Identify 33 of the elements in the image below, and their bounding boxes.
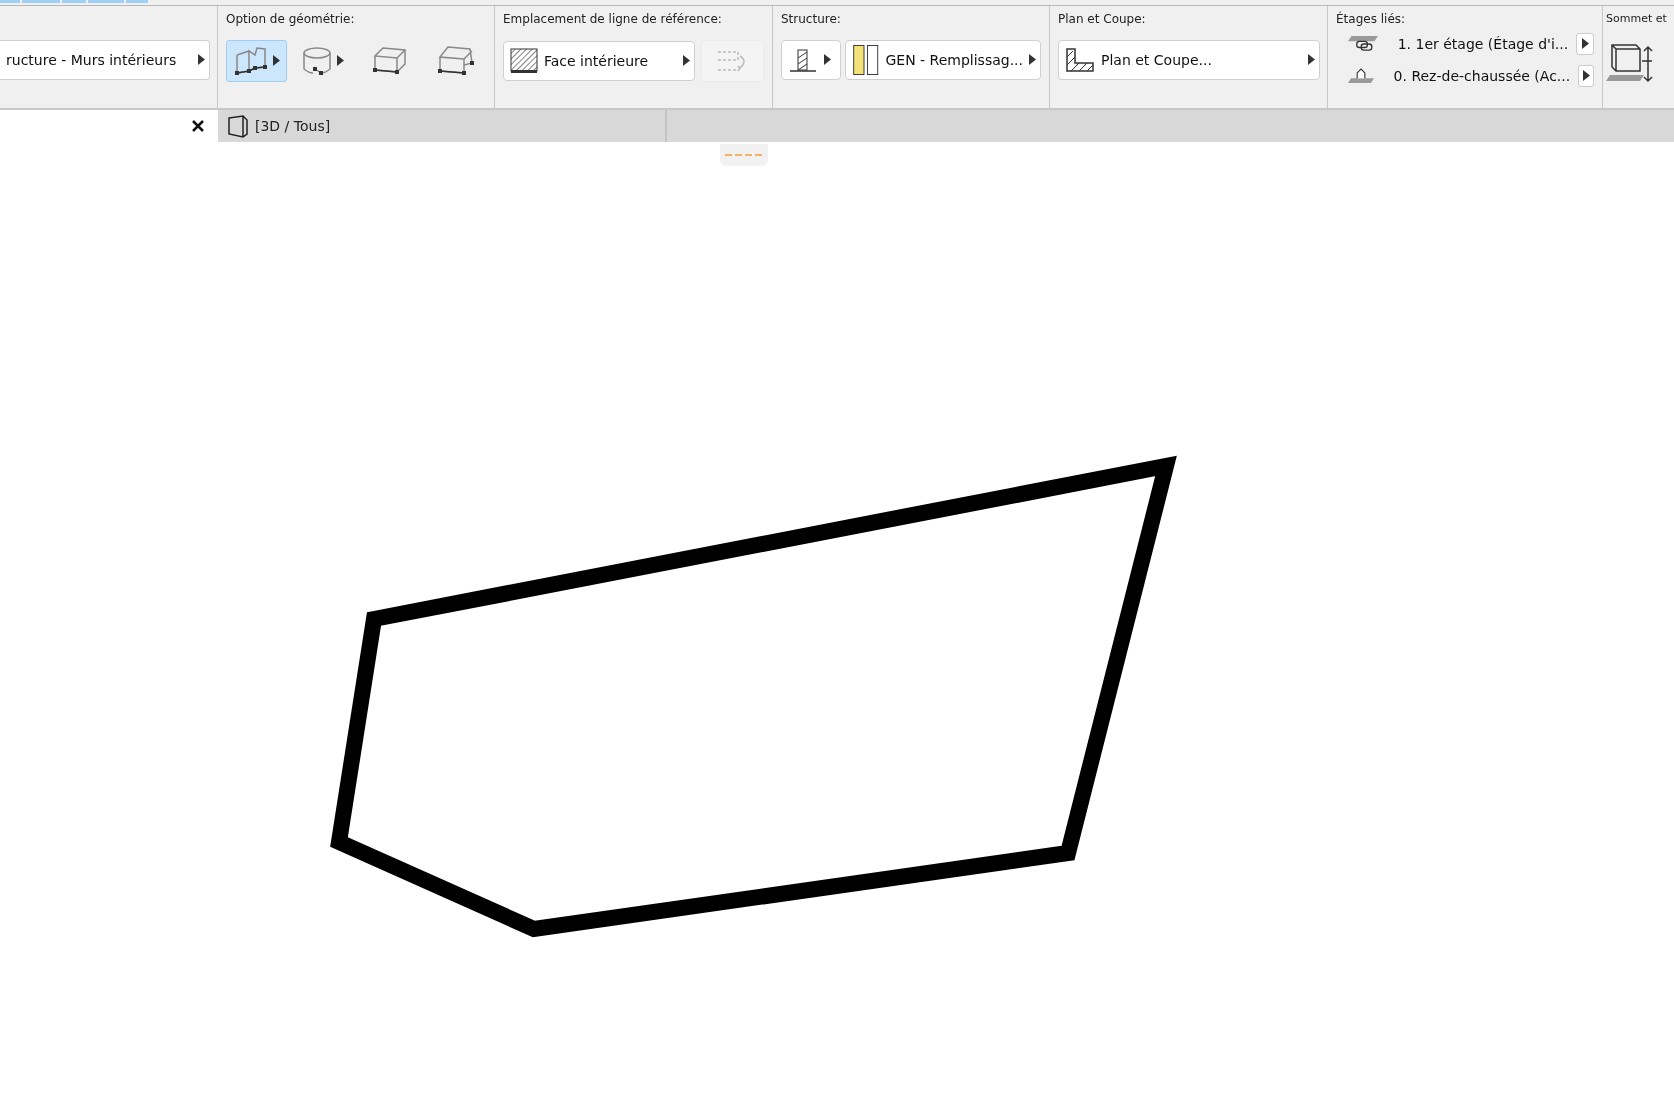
drag-handle[interactable] — [720, 144, 768, 166]
structure-type-dropdown[interactable] — [781, 39, 841, 80]
story-menu-button[interactable] — [1576, 32, 1594, 55]
plan-section-label: Plan et Coupe: — [1058, 11, 1147, 26]
story-name: 1. 1er étage (Étage d'i... — [1397, 35, 1569, 52]
layer-dropdown[interactable]: ructure - Murs intérieurs — [0, 39, 210, 80]
polygon-block-icon — [435, 44, 476, 77]
caret-icon — [1029, 54, 1036, 66]
composite-dropdown[interactable]: GEN - Remplissag... — [845, 39, 1041, 80]
close-icon[interactable] — [192, 120, 204, 133]
caret-icon — [683, 55, 691, 67]
geometry-label: Option de géométrie: — [226, 11, 356, 26]
caret-icon — [1308, 54, 1315, 66]
dashed-line-icon — [725, 153, 763, 157]
caret-icon — [198, 54, 205, 66]
reference-line-label: Emplacement de ligne de référence: — [503, 11, 723, 26]
top-bottom-label: Sommet et — [1606, 11, 1668, 25]
cube-icon — [226, 114, 250, 139]
caret-icon — [824, 54, 831, 66]
story-menu-button[interactable] — [1578, 64, 1594, 87]
caret-icon — [1582, 70, 1590, 82]
reference-line-dropdown[interactable]: Face intérieure — [503, 40, 696, 81]
caret-icon — [1581, 38, 1589, 50]
curved-wall-icon — [301, 44, 334, 77]
story-name: 0. Rez-de-chaussée (Ac... — [1393, 67, 1571, 84]
structure-label: Structure: — [781, 11, 842, 26]
plan-section-icon — [1065, 46, 1095, 73]
wall-icon — [232, 44, 269, 77]
geometry-option-button[interactable] — [226, 39, 287, 82]
hatch-icon — [510, 47, 538, 74]
box-icon — [371, 45, 408, 76]
plan-section-dropdown[interactable]: Plan et Coupe... — [1058, 39, 1320, 80]
linked-stories-label: Étages liés: — [1336, 11, 1407, 26]
